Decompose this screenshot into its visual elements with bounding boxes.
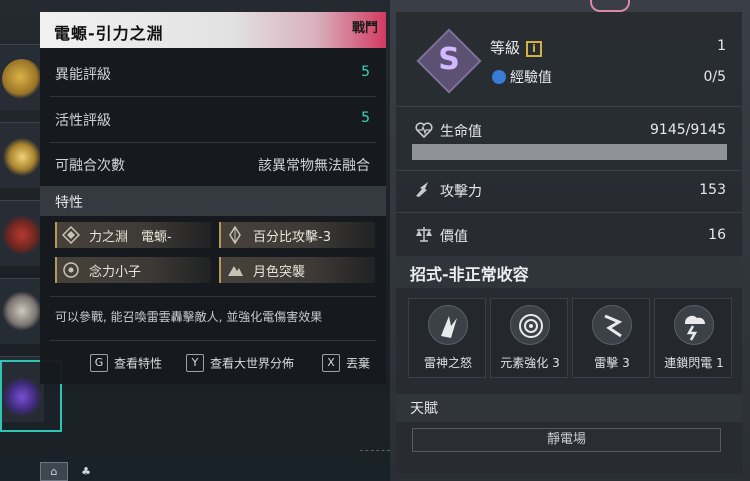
trait-label: 百分比攻擊-3 <box>253 230 331 245</box>
stat-row-fusion-count: 可融合次數 該異常物無法融合 <box>40 149 386 181</box>
divider <box>396 170 742 171</box>
trait-chip[interactable]: 力之淵 電螈- <box>55 222 211 248</box>
key-x-icon: X <box>322 354 340 372</box>
move-card[interactable]: 雷擊 3 <box>572 298 650 378</box>
key-y-icon: Y <box>186 354 204 372</box>
crystal-icon <box>229 226 241 244</box>
moves-heading: 招式-非正常收容 <box>396 256 742 288</box>
inventory-slot[interactable] <box>0 44 44 110</box>
rank-letter: S <box>438 42 460 77</box>
talent-item[interactable]: 靜電場 <box>412 428 721 452</box>
traits-heading-label: 特性 <box>55 195 83 211</box>
attack-value: 153 <box>699 182 726 198</box>
stat-value: 5 <box>361 64 370 80</box>
detail-title: 電螈-引力之淵 <box>54 24 164 43</box>
divider <box>50 340 376 341</box>
stat-value: 該異常物無法融合 <box>258 158 370 174</box>
stat-label: 活性評級 <box>55 113 111 129</box>
key-g-icon: G <box>90 354 108 372</box>
tab-house-icon[interactable]: ⌂ <box>40 462 68 481</box>
red-mask-creature-icon <box>2 215 42 255</box>
move-card[interactable]: 元素強化 3 <box>490 298 568 378</box>
attack-icon <box>416 182 428 197</box>
attack-label: 攻擊力 <box>440 184 482 200</box>
crosshair-icon <box>63 262 79 278</box>
talent-heading-label: 天賦 <box>410 401 438 417</box>
xp-icon <box>492 70 506 84</box>
description-text: 可以參戰, 能召喚雷雲轟擊敵人, 並強化電傷害效果 <box>55 310 323 324</box>
inventory-slot[interactable] <box>0 278 44 344</box>
move-label: 雷擊 3 <box>594 356 630 370</box>
xp-label: 經驗值 <box>510 70 552 86</box>
price-label: 價值 <box>440 229 468 245</box>
tab-tree-icon[interactable]: ♣ <box>72 462 100 481</box>
move-label: 雷神之怒 <box>423 356 472 370</box>
move-label: 連鎖閃電 1 <box>664 356 724 370</box>
level-label: 等級 <box>490 39 521 57</box>
view-world-distribution-action[interactable]: Y 查看大世界分佈 <box>186 354 294 374</box>
thunder-god-icon <box>428 305 468 345</box>
hp-bar <box>412 144 727 160</box>
anomaly-detail-panel: 電螈-引力之淵 戰鬥 異能評級 5 活性評級 5 可融合次數 該異常物無法融合 … <box>40 12 386 384</box>
lightning-icon <box>592 305 632 345</box>
action-label: 丟棄 <box>346 356 371 371</box>
stat-value: 5 <box>361 110 370 126</box>
divider <box>50 296 376 297</box>
moves-heading-label: 招式-非正常收容 <box>410 265 529 284</box>
stat-row-ability-rating: 異能評級 5 <box>40 58 386 90</box>
divider <box>396 106 742 107</box>
diamond-icon <box>62 226 80 244</box>
hp-label: 生命值 <box>440 124 482 140</box>
traits-heading: 特性 <box>40 186 386 216</box>
divider <box>50 142 376 143</box>
vortex-icon <box>510 305 550 345</box>
trait-label: 月色突襲 <box>253 265 306 280</box>
divider <box>360 450 390 452</box>
stat-label: 異能評級 <box>55 67 111 83</box>
hp-value: 9145/9145 <box>650 122 726 138</box>
divider <box>396 212 742 213</box>
price-value: 16 <box>708 227 726 243</box>
stat-row-activity-rating: 活性評級 5 <box>40 104 386 136</box>
action-label: 查看特性 <box>114 356 163 371</box>
character-outfit-decoration <box>590 0 630 12</box>
move-label: 元素強化 3 <box>500 356 560 370</box>
talent-heading: 天賦 <box>396 394 742 422</box>
info-icon[interactable]: i <box>526 40 543 57</box>
move-card[interactable]: 連鎖閃電 1 <box>654 298 732 378</box>
inventory-slot[interactable] <box>0 200 44 266</box>
trait-label: 力之淵 電螈- <box>89 230 172 245</box>
combat-tag: 戰鬥 <box>351 21 378 36</box>
stats-panel: S 等級 i 1 經驗值 0/5 生命值 9145/9145 攻擊力 153 價值… <box>396 12 742 474</box>
level-row: 等級 i <box>490 37 543 58</box>
detail-header: 電螈-引力之淵 戰鬥 <box>40 12 386 48</box>
chain-lightning-icon <box>674 305 714 345</box>
trait-chip[interactable]: 月色突襲 <box>219 257 375 283</box>
discard-action[interactable]: X 丟棄 <box>322 354 370 374</box>
trait-chip[interactable]: 念力小子 <box>55 257 211 283</box>
stat-label: 可融合次數 <box>55 158 125 174</box>
move-card[interactable]: 雷神之怒 <box>408 298 486 378</box>
trait-chip[interactable]: 百分比攻擊-3 <box>219 222 375 248</box>
level-value: 1 <box>717 38 726 54</box>
golden-orb-creature-icon <box>2 137 42 177</box>
toad-creature-icon <box>2 59 42 99</box>
heart-pulse-icon <box>415 122 433 139</box>
scale-icon <box>416 227 432 242</box>
mountain-icon <box>228 266 243 276</box>
divider <box>50 96 376 97</box>
xp-value: 0/5 <box>703 69 726 85</box>
plague-doctor-creature-icon <box>2 291 42 331</box>
trait-label: 念力小子 <box>89 265 142 280</box>
action-label: 查看大世界分佈 <box>210 356 295 371</box>
view-traits-action[interactable]: G 查看特性 <box>90 354 162 374</box>
inventory-slot[interactable] <box>0 122 44 188</box>
inventory-tabs: ⌂ ♣ <box>40 462 130 481</box>
